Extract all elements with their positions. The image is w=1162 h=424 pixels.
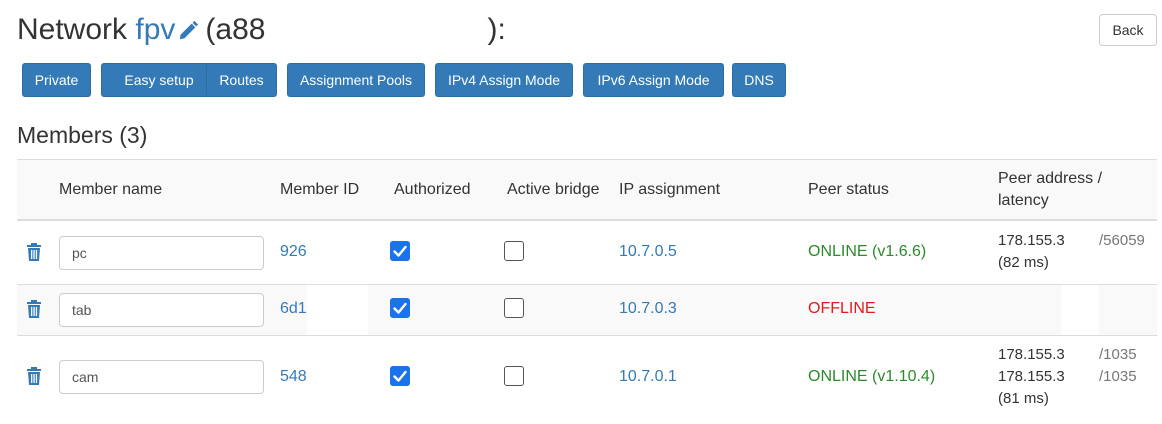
peer-status: ONLINE (v1.10.4) [808, 368, 936, 385]
peer-latency: (81 ms) [998, 390, 1049, 407]
member-id-link[interactable]: 6d1 [280, 298, 307, 320]
easy-setup-button[interactable]: Easy setup [101, 63, 217, 97]
network-id-close: ): [487, 13, 506, 46]
table-row: 6d1 10.7.0.3 OFFLINE [17, 285, 1157, 336]
table-row: 926 10.7.0.5 ONLINE (v1.6.6) 178.155.3 (… [17, 221, 1157, 285]
peer-port: /1035 [1099, 368, 1137, 385]
member-name-input[interactable] [59, 236, 264, 270]
col-peer-address-line2: latency [998, 192, 1049, 209]
active-bridge-checkbox[interactable] [504, 241, 524, 261]
col-active-bridge: Active bridge [507, 181, 600, 198]
peer-status: OFFLINE [808, 300, 876, 317]
member-id-link[interactable]: 548 [280, 366, 307, 388]
routes-button[interactable]: Routes [206, 63, 277, 97]
authorized-checkbox[interactable] [390, 366, 410, 386]
trash-icon[interactable] [26, 300, 42, 318]
table-row: 548 10.7.0.1 ONLINE (v1.10.4) 178.155.3 … [17, 336, 1157, 418]
col-member-id: Member ID [280, 181, 360, 198]
member-name-input[interactable] [59, 293, 264, 327]
peer-port: /1035 [1099, 346, 1137, 363]
network-name-link[interactable]: fpv [135, 13, 175, 46]
ipv4-assign-mode-button[interactable]: IPv4 Assign Mode [435, 63, 573, 97]
network-id-open: (a88 [205, 13, 266, 46]
redacted-id-area [307, 285, 368, 335]
peer-address: 178.155.3 [998, 368, 1065, 385]
peer-status: ONLINE (v1.6.6) [808, 243, 927, 260]
dns-button[interactable]: DNS [732, 63, 786, 97]
redacted-peer-area [1061, 285, 1099, 335]
col-ip-assignment: IP assignment [619, 181, 721, 198]
member-name-input[interactable] [59, 360, 264, 394]
ip-assignment-link[interactable]: 10.7.0.3 [619, 298, 677, 320]
page-title: Network fpv (a88): [17, 10, 506, 50]
peer-address: 178.155.3 [998, 232, 1065, 249]
peer-port: /56059 [1099, 232, 1145, 249]
peer-latency: (82 ms) [998, 254, 1049, 271]
back-button[interactable]: Back [1099, 14, 1157, 46]
col-peer-status: Peer status [808, 181, 889, 198]
trash-icon[interactable] [26, 243, 42, 261]
member-id-link[interactable]: 926 [280, 241, 307, 263]
ip-assignment-link[interactable]: 10.7.0.1 [619, 366, 677, 388]
title-prefix: Network [17, 13, 128, 46]
assignment-pools-button[interactable]: Assignment Pools [287, 63, 425, 97]
ipv6-assign-mode-button[interactable]: IPv6 Assign Mode [583, 63, 724, 97]
active-bridge-checkbox[interactable] [504, 298, 524, 318]
authorized-checkbox[interactable] [390, 298, 410, 318]
pencil-icon[interactable] [177, 20, 199, 42]
ip-assignment-link[interactable]: 10.7.0.5 [619, 241, 677, 263]
col-member-name: Member name [59, 181, 163, 198]
table-header: Member name Member ID Authorized Active … [17, 159, 1157, 221]
peer-address: 178.155.3 [998, 346, 1065, 363]
redacted-network-id [265, 16, 488, 47]
trash-icon[interactable] [26, 367, 42, 385]
members-heading: Members (3) [17, 122, 148, 148]
authorized-checkbox[interactable] [390, 241, 410, 261]
private-button[interactable]: Private [22, 63, 91, 97]
col-authorized: Authorized [394, 181, 471, 198]
active-bridge-checkbox[interactable] [504, 366, 524, 386]
col-peer-address-line1: Peer address / [998, 170, 1103, 187]
